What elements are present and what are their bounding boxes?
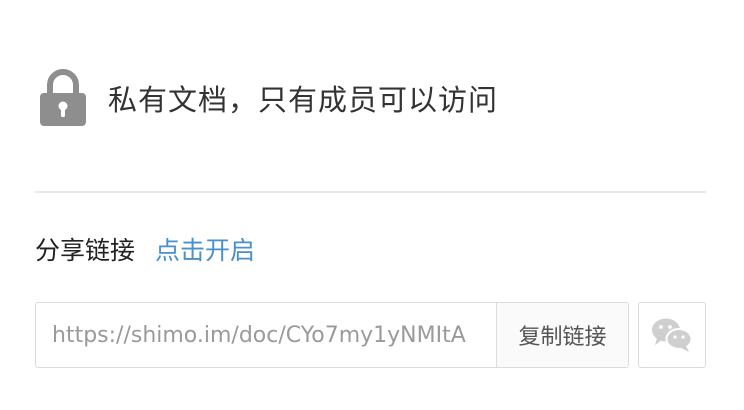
share-link-box: 复制链接 [35, 302, 629, 368]
enable-sharing-link[interactable]: 点击开启 [155, 231, 255, 267]
wechat-share-button[interactable] [638, 302, 706, 368]
share-link-input[interactable] [36, 303, 496, 367]
share-panel: 私有文档，只有成员可以访问 分享链接 点击开启 复制链接 [0, 0, 744, 410]
lock-icon [40, 69, 86, 126]
copy-link-button[interactable]: 复制链接 [496, 303, 628, 367]
share-link-label: 分享链接 [35, 236, 136, 265]
divider [35, 191, 706, 193]
share-link-row: 分享链接 点击开启 [35, 227, 255, 271]
wechat-icon [652, 318, 693, 352]
privacy-text: 私有文档，只有成员可以访问 [108, 83, 499, 117]
privacy-status: 私有文档，只有成员可以访问 [38, 68, 498, 128]
